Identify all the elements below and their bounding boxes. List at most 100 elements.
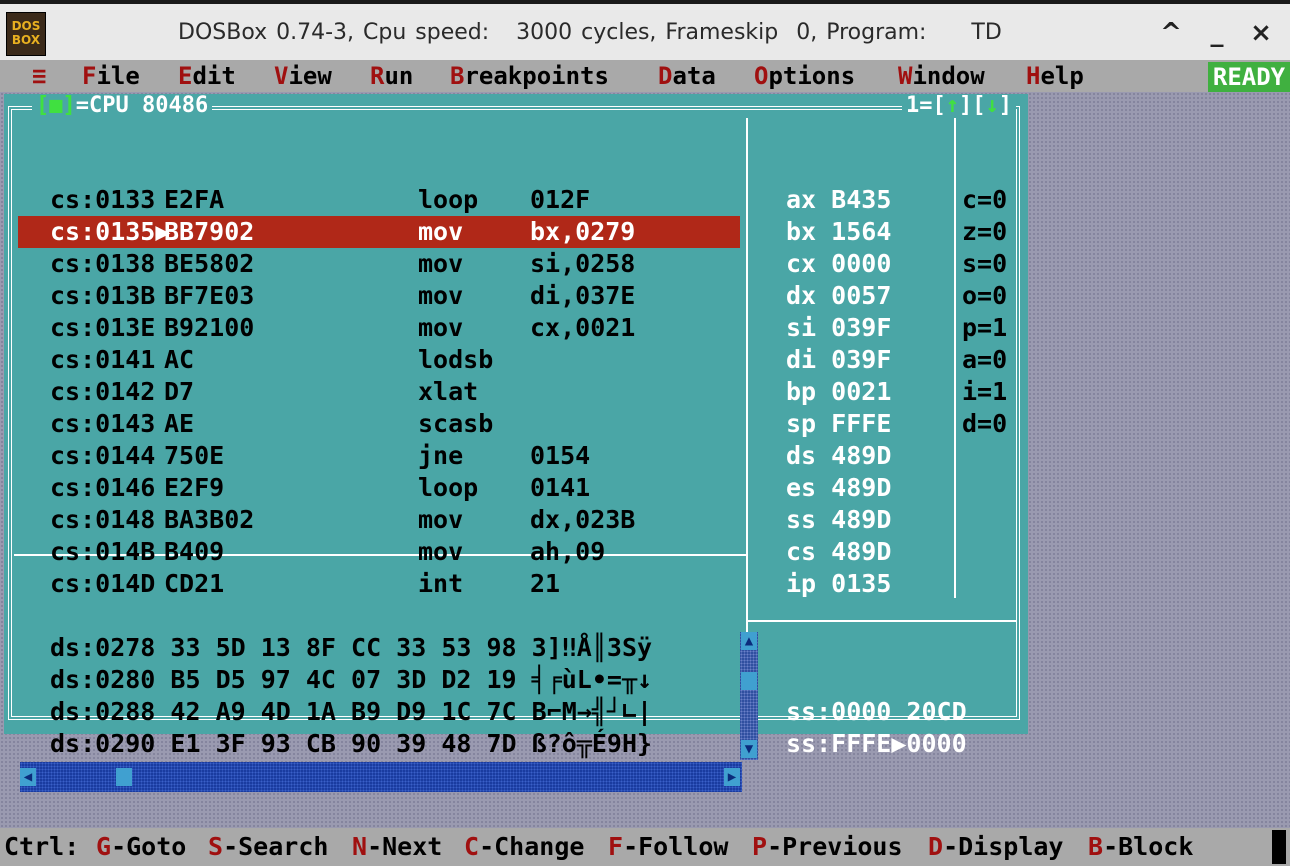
shortcut-key: G [96, 832, 112, 861]
register-name: di [786, 345, 817, 374]
dump-row[interactable]: ds:0278 33 5D 13 8F CC 33 53 98 3]‼Å║​3S… [50, 632, 652, 664]
stack-row[interactable]: ss:FFFE▶0000 [786, 728, 967, 760]
shortcut-label: -Change [479, 832, 585, 861]
menu-data[interactable]: Data [658, 60, 716, 92]
register-value: 0057 [831, 281, 892, 310]
register-name: ds [786, 441, 817, 470]
disasm-row[interactable]: cs:0144 750E jne 0154 [18, 440, 740, 472]
shortcut-display[interactable]: D-Display [928, 828, 1063, 866]
text-cursor [1272, 830, 1286, 864]
scroll-left-arrow-icon[interactable]: ◀ [20, 768, 36, 786]
menu-window[interactable]: Window [898, 60, 985, 92]
scroll-up-icon[interactable]: ↑ [946, 93, 959, 118]
stack-row[interactable]: ss:0000 20CD [786, 696, 967, 728]
register-cs[interactable]: cs 489D [786, 536, 891, 568]
menu-edit[interactable]: Edit [178, 60, 236, 92]
flag-item[interactable]: d=0 [962, 408, 1007, 440]
shortcut-search[interactable]: S-Search [208, 828, 328, 866]
close-button[interactable]: × [1246, 18, 1276, 48]
register-bx[interactable]: bx 1564 [786, 216, 891, 248]
register-cx[interactable]: cx 0000 [786, 248, 891, 280]
register-dx[interactable]: dx 0057 [786, 280, 891, 312]
status-bar: Ctrl: G-Goto S-Search N-Next C-Change F-Foll… [0, 828, 1290, 866]
disasm-row[interactable]: cs:014B B409 mov ah,09 [18, 536, 740, 568]
disasm-mnem: jne [418, 441, 464, 470]
register-ax[interactable]: ax B435 [786, 184, 891, 216]
hotkey: F [82, 62, 97, 90]
menu-breakpoints[interactable]: Breakpoints [450, 60, 609, 92]
disasm-row[interactable]: cs:0133 E2FA loop 012F [18, 184, 740, 216]
disasm-addr: cs:0142 [50, 377, 156, 406]
flag-item[interactable]: c=0 [962, 184, 1007, 216]
register-sp[interactable]: sp FFFE [786, 408, 891, 440]
disasm-addr: cs:0143 [50, 409, 156, 438]
flag-item[interactable]: z=0 [962, 216, 1007, 248]
register-ss[interactable]: ss 489D [786, 504, 891, 536]
dump-row[interactable]: ds:0280 B5 D5 97 4C 07 3D D2 19 ╡╒ùL•=╥↓ [50, 664, 652, 696]
register-value: 489D [831, 537, 892, 566]
menu-label: dit [192, 62, 236, 90]
title-bar: DOS BOX DOSBox 0.74-3, Cpu speed: 3000 c… [0, 0, 1290, 60]
register-bp[interactable]: bp 0021 [786, 376, 891, 408]
register-si[interactable]: si 039F [786, 312, 891, 344]
maximize-button[interactable]: ^ [1156, 18, 1186, 48]
scroll-down-arrow-icon[interactable]: ▼ [741, 740, 757, 758]
disasm-row[interactable]: cs:013E B92100 mov cx,0021 [18, 312, 740, 344]
disasm-row[interactable]: cs:014D CD21 int 21 [18, 568, 740, 600]
shortcut-block[interactable]: B-Block [1088, 828, 1193, 866]
flag-item[interactable]: s=0 [962, 248, 1007, 280]
shortcut-label: -Previous [767, 832, 903, 861]
dump-row[interactable]: ds:0290 E1 3F 93 CB 90 39 48 7D ß?ô╦É9H} [50, 728, 652, 760]
menu-run[interactable]: Run [370, 60, 413, 92]
dump-vertical-scrollbar[interactable]: ▲ ▼ [740, 632, 758, 760]
disasm-row[interactable]: cs:013B BF7E03 mov di,037E [18, 280, 740, 312]
register-value: FFFE [831, 409, 892, 438]
flag-item[interactable]: a=0 [962, 344, 1007, 376]
hotkey: B [450, 62, 465, 90]
disasm-ops: si,0258 [530, 249, 636, 278]
register-es[interactable]: es 489D [786, 472, 891, 504]
register-di[interactable]: di 039F [786, 344, 891, 376]
menu-view[interactable]: View [274, 60, 332, 92]
menu-label: elp [1040, 62, 1084, 90]
scroll-down-icon[interactable]: ↓ [986, 93, 999, 118]
dump-row[interactable]: ds:0288 42 A9 4D 1A B9 D9 1C 7C B⌐M→╣┘∟| [50, 696, 652, 728]
disasm-ops: ah,09 [530, 537, 606, 566]
shortcut-goto[interactable]: G-Goto [96, 828, 186, 866]
disasm-row[interactable]: cs:0143 AE scasb [18, 408, 740, 440]
menu-file[interactable]: File [82, 60, 140, 92]
disasm-mnem: int [418, 569, 464, 598]
shortcut-follow[interactable]: F-Follow [608, 828, 728, 866]
disasm-row[interactable]: cs:0142 D7 xlat [18, 376, 740, 408]
disasm-bytes: B409 [164, 537, 225, 566]
disasm-mnem: xlat [418, 377, 479, 406]
menu-label: ile [96, 62, 140, 90]
close-box-icon[interactable]: [■] [36, 93, 76, 118]
minimize-button[interactable]: _ [1202, 18, 1232, 48]
register-ds[interactable]: ds 489D [786, 440, 891, 472]
scroll-right-arrow-icon[interactable]: ▶ [724, 768, 740, 786]
register-value: 039F [831, 345, 892, 374]
dump-horizontal-scrollbar[interactable]: ◀ ▶ [20, 762, 742, 792]
register-name: ss [786, 505, 817, 534]
scroll-thumb[interactable] [741, 672, 757, 690]
register-ip[interactable]: ip 0135 [786, 568, 891, 600]
system-menu[interactable]: ≡ [32, 60, 46, 92]
menu-options[interactable]: Options [754, 60, 855, 92]
flag-item[interactable]: p=1 [962, 312, 1007, 344]
cpu-window[interactable]: [■]=CPU 80486 1=[↑][↓] cs:0133 E2FA loop 01… [4, 93, 1028, 792]
menu-help[interactable]: Help [1026, 60, 1084, 92]
disasm-ops: 0141 [530, 473, 591, 502]
flag-item[interactable]: o=0 [962, 280, 1007, 312]
shortcut-change[interactable]: C-Change [464, 828, 584, 866]
disasm-row[interactable]: cs:0148 BA3B02 mov dx,023B [18, 504, 740, 536]
disasm-row[interactable]: cs:0146 E2F9 loop 0141 [18, 472, 740, 504]
disasm-row[interactable]: cs:0138 BE5802 mov si,0258 [18, 248, 740, 280]
scroll-thumb[interactable] [116, 768, 132, 786]
shortcut-next[interactable]: N-Next [352, 828, 442, 866]
shortcut-previous[interactable]: P-Previous [752, 828, 903, 866]
disasm-row-selected[interactable]: cs:0135▶ BB7902 mov bx,0279 [18, 216, 740, 248]
flag-item[interactable]: i=1 [962, 376, 1007, 408]
disasm-row[interactable]: cs:0141 AC lodsb [18, 344, 740, 376]
scroll-up-arrow-icon[interactable]: ▲ [741, 632, 757, 650]
